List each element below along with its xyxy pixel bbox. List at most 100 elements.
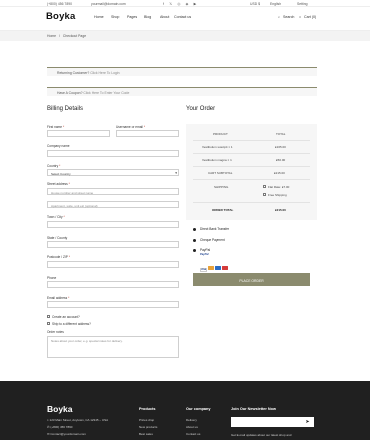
row-divider: [193, 166, 310, 167]
order-notes-label: Order notes: [47, 330, 64, 334]
footer-link[interactable]: Delivery: [186, 418, 197, 422]
company-title: Our company: [186, 407, 211, 411]
coupon-text: Have A Coupon?: [57, 90, 83, 95]
postcode-input[interactable]: [47, 261, 179, 268]
postcode-label: Postcode / ZIP *: [47, 255, 70, 259]
nav-shop[interactable]: Shop: [111, 15, 119, 19]
place-order-button[interactable]: PLACE ORDER: [193, 273, 310, 286]
search-icon[interactable]: ⌕: [278, 15, 280, 19]
street-placeholder-2: Apartment, suite, unit etc (optional): [51, 203, 98, 208]
send-icon[interactable]: ➤: [301, 417, 314, 427]
order-item-name: Vestibulum suscipit × 1: [202, 145, 233, 149]
street-input-2[interactable]: Apartment, suite, unit etc (optional): [47, 201, 179, 208]
order-item-name: Vestibulum magna × 1: [202, 158, 232, 162]
payment-bank-label[interactable]: Direct Bank Transfer: [200, 227, 229, 231]
state-label: State / County: [47, 236, 68, 240]
last-name-input[interactable]: [116, 130, 179, 137]
nav-contact[interactable]: Contact us: [174, 15, 191, 19]
maestro-icon: [215, 266, 221, 270]
chevron-down-icon: ▾: [175, 170, 177, 175]
payment-radio-cheque[interactable]: [193, 239, 196, 242]
site-logo[interactable]: Boyka: [46, 11, 76, 22]
order-notes-textarea[interactable]: Notes about your order, e.g. special not…: [47, 336, 179, 358]
footer-link[interactable]: Contact us: [186, 432, 200, 436]
ship-different-label: Ship to a different address?: [52, 322, 91, 326]
company-label: Company name: [47, 144, 70, 148]
order-item-total: £50.00: [276, 158, 286, 162]
language-select[interactable]: English: [270, 2, 281, 6]
street-placeholder-1: House number and street name: [51, 190, 94, 195]
country-value: Select Country: [51, 171, 71, 176]
town-input[interactable]: [47, 221, 179, 228]
currency-select[interactable]: USD $: [250, 2, 260, 6]
email-input[interactable]: [47, 301, 179, 308]
payment-cheque-label[interactable]: Cheque Payment: [200, 238, 225, 242]
flat-rate-label: Flat Rate: £7.00: [268, 185, 290, 189]
footer-link[interactable]: Best sales: [139, 432, 153, 436]
cart-label[interactable]: Cart (0): [304, 15, 316, 19]
phone-label: Phone: [47, 276, 57, 280]
email-label: Email address *: [47, 296, 70, 300]
footer-address: ⌖ 123 Main Street, Anytown, CA 12345 – U…: [47, 418, 109, 422]
coupon-link[interactable]: Click Here To Enter Your Code: [83, 91, 129, 95]
setting-menu[interactable]: Setting: [297, 2, 308, 6]
order-summary: [186, 124, 317, 220]
state-input[interactable]: [47, 241, 179, 248]
first-name-label: First name *: [47, 125, 65, 129]
amex-icon: [222, 266, 228, 270]
email-text[interactable]: yourmail@domain.com: [91, 2, 126, 6]
town-label: Town / City *: [47, 215, 65, 219]
nav-blog[interactable]: Blog: [144, 15, 151, 19]
row-divider: [193, 153, 310, 154]
row-divider: [193, 202, 310, 203]
footer-logo[interactable]: Boyka: [47, 404, 73, 414]
visa-icon: VISA: [200, 268, 207, 272]
footer-link[interactable]: Prices drop: [139, 418, 154, 422]
order-total-label: ORDER TOTAL: [212, 208, 234, 212]
search-label[interactable]: Search: [283, 15, 294, 19]
payment-paypal-label[interactable]: PayPal: [200, 248, 210, 252]
social-icons[interactable]: f 𝕏 ◎ ◈ ▶: [163, 2, 198, 6]
free-shipping-checkbox[interactable]: [263, 193, 267, 197]
nav-about[interactable]: About: [160, 15, 169, 19]
street-input-1[interactable]: House number and street name: [47, 188, 179, 195]
footer-link[interactable]: About us: [186, 425, 198, 429]
row-divider: [193, 140, 310, 141]
country-label: Country *: [47, 164, 61, 168]
newsletter-email-input[interactable]: [231, 417, 301, 427]
newsletter-title: Join Our Newsletter Now: [231, 407, 276, 411]
breadcrumb-current: Checkout Page: [62, 34, 87, 38]
footer-email[interactable]: ✉ Contact@yourdomain.com: [47, 432, 86, 436]
nav-home[interactable]: Home: [94, 15, 104, 19]
subtotal-value: £215.00: [274, 171, 285, 175]
first-name-input[interactable]: [47, 130, 110, 137]
subtotal-label: CART SUBTOTAL: [208, 171, 233, 175]
company-input[interactable]: [47, 150, 179, 157]
nav-pages[interactable]: Pages: [127, 15, 137, 19]
footer-link[interactable]: New products: [139, 425, 157, 429]
mastercard-icon: [208, 266, 214, 270]
newsletter-text: Get E-mail updates about our latest shop…: [231, 433, 292, 437]
breadcrumb-separator: /: [59, 34, 60, 38]
phone-input[interactable]: [47, 281, 179, 288]
products-title: Products: [139, 407, 156, 411]
payment-radio-bank[interactable]: [193, 228, 196, 231]
last-name-label: Username or email *: [116, 125, 146, 129]
order-total-value: £215.00: [275, 208, 286, 212]
payment-radio-paypal[interactable]: [193, 249, 196, 252]
top-bar: (+800) 456 7890 yourmail@domain.com f 𝕏 …: [0, 0, 370, 7]
free-shipping-label: Free Shipping: [268, 193, 287, 197]
row-divider: [193, 179, 310, 180]
login-link[interactable]: Click Here To Login: [90, 71, 119, 75]
order-notes-placeholder: Notes about your order, e.g. special not…: [51, 338, 123, 343]
create-account-label: Create an account?: [52, 315, 80, 319]
street-label: Street address *: [47, 182, 70, 186]
create-account-checkbox[interactable]: [47, 315, 51, 319]
ship-different-checkbox[interactable]: [47, 322, 51, 326]
cart-icon[interactable]: ⌂: [299, 15, 301, 19]
country-select[interactable]: Select Country ▾: [47, 169, 179, 176]
shipping-label: SHIPPING: [214, 185, 229, 189]
returning-text: Returning Customer?: [57, 70, 90, 75]
flat-rate-checkbox[interactable]: [263, 185, 267, 189]
breadcrumb-home[interactable]: Home: [47, 34, 56, 38]
